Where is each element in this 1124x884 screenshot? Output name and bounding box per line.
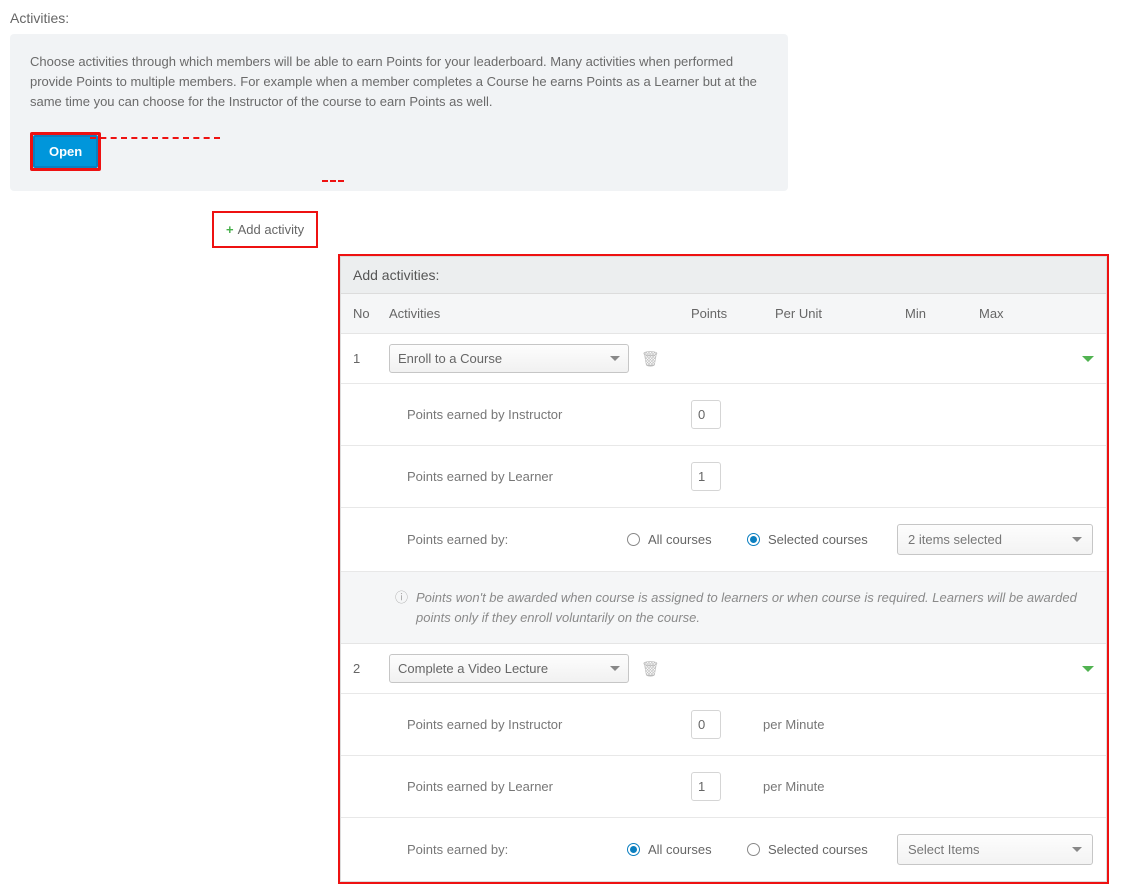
activity-note-text: Points won't be awarded when course is a… [416, 588, 1090, 627]
earned-by-row: Points earned by: All courses Selected c… [341, 818, 1106, 881]
chevron-down-icon [1072, 847, 1082, 852]
col-max: Max [979, 306, 1094, 321]
trash-icon[interactable]: 🗑 [641, 660, 660, 678]
radio-selected-courses[interactable] [747, 533, 760, 546]
column-headers: No Activities Points Per Unit Min Max [341, 294, 1106, 334]
selected-courses-value: 2 items selected [908, 532, 1002, 547]
activity-number: 2 [353, 661, 389, 676]
col-points: Points [691, 306, 775, 321]
instructor-points-row: Points earned by Instructor per Minute [341, 694, 1106, 756]
selected-courses-value: Select Items [908, 842, 980, 857]
activity-row: 1 Enroll to a Course 🗑 [341, 334, 1106, 384]
learner-points-label: Points earned by Learner [407, 469, 691, 484]
activity-select-value: Complete a Video Lecture [398, 661, 548, 676]
open-button[interactable]: Open [33, 135, 98, 168]
activities-info-text: Choose activities through which members … [30, 52, 768, 112]
info-icon: ⓘ [395, 588, 408, 608]
add-activities-panel: Add activities: No Activities Points Per… [338, 254, 1109, 884]
panel-title: Add activities: [341, 257, 1106, 294]
chevron-down-icon [610, 666, 620, 671]
add-activity-label: Add activity [238, 222, 304, 237]
learner-unit: per Minute [763, 779, 893, 794]
learner-points-input[interactable] [691, 462, 721, 491]
instructor-points-label: Points earned by Instructor [407, 717, 691, 732]
earned-by-label: Points earned by: [407, 842, 627, 857]
selected-courses-select[interactable]: 2 items selected [897, 524, 1093, 555]
radio-all-courses[interactable] [627, 533, 640, 546]
activity-number: 1 [353, 351, 389, 366]
annotation-connector [322, 180, 344, 182]
selected-courses-select[interactable]: Select Items [897, 834, 1093, 865]
learner-points-row: Points earned by Learner per Minute [341, 756, 1106, 818]
earned-by-label: Points earned by: [407, 532, 627, 547]
learner-points-input[interactable] [691, 772, 721, 801]
chevron-down-icon [610, 356, 620, 361]
col-activities: Activities [389, 306, 691, 321]
expand-icon[interactable] [1082, 356, 1094, 362]
activity-select[interactable]: Enroll to a Course [389, 344, 629, 373]
instructor-points-input[interactable] [691, 400, 721, 429]
radio-all-courses[interactable] [627, 843, 640, 856]
col-no: No [353, 306, 389, 321]
plus-icon: + [226, 222, 234, 237]
instructor-points-row: Points earned by Instructor [341, 384, 1106, 446]
learner-points-label: Points earned by Learner [407, 779, 691, 794]
activities-info-panel: Choose activities through which members … [10, 34, 788, 191]
radio-selected-courses[interactable] [747, 843, 760, 856]
activity-row: 2 Complete a Video Lecture 🗑 [341, 644, 1106, 694]
instructor-unit: per Minute [763, 717, 893, 732]
activity-note: ⓘ Points won't be awarded when course is… [341, 572, 1106, 644]
activity-select-value: Enroll to a Course [398, 351, 502, 366]
earned-by-row: Points earned by: All courses Selected c… [341, 508, 1106, 572]
trash-icon[interactable]: 🗑 [641, 350, 660, 368]
radio-all-courses-label: All courses [648, 532, 712, 547]
annotation-connector [90, 137, 220, 139]
learner-points-row: Points earned by Learner [341, 446, 1106, 508]
radio-selected-courses-label: Selected courses [768, 842, 868, 857]
col-min: Min [905, 306, 979, 321]
chevron-down-icon [1072, 537, 1082, 542]
expand-icon[interactable] [1082, 666, 1094, 672]
radio-selected-courses-label: Selected courses [768, 532, 868, 547]
activities-section-title: Activities: [10, 10, 1114, 26]
add-activity-button[interactable]: + Add activity [212, 211, 318, 248]
radio-all-courses-label: All courses [648, 842, 712, 857]
instructor-points-input[interactable] [691, 710, 721, 739]
col-per-unit: Per Unit [775, 306, 905, 321]
activity-select[interactable]: Complete a Video Lecture [389, 654, 629, 683]
instructor-points-label: Points earned by Instructor [407, 407, 691, 422]
